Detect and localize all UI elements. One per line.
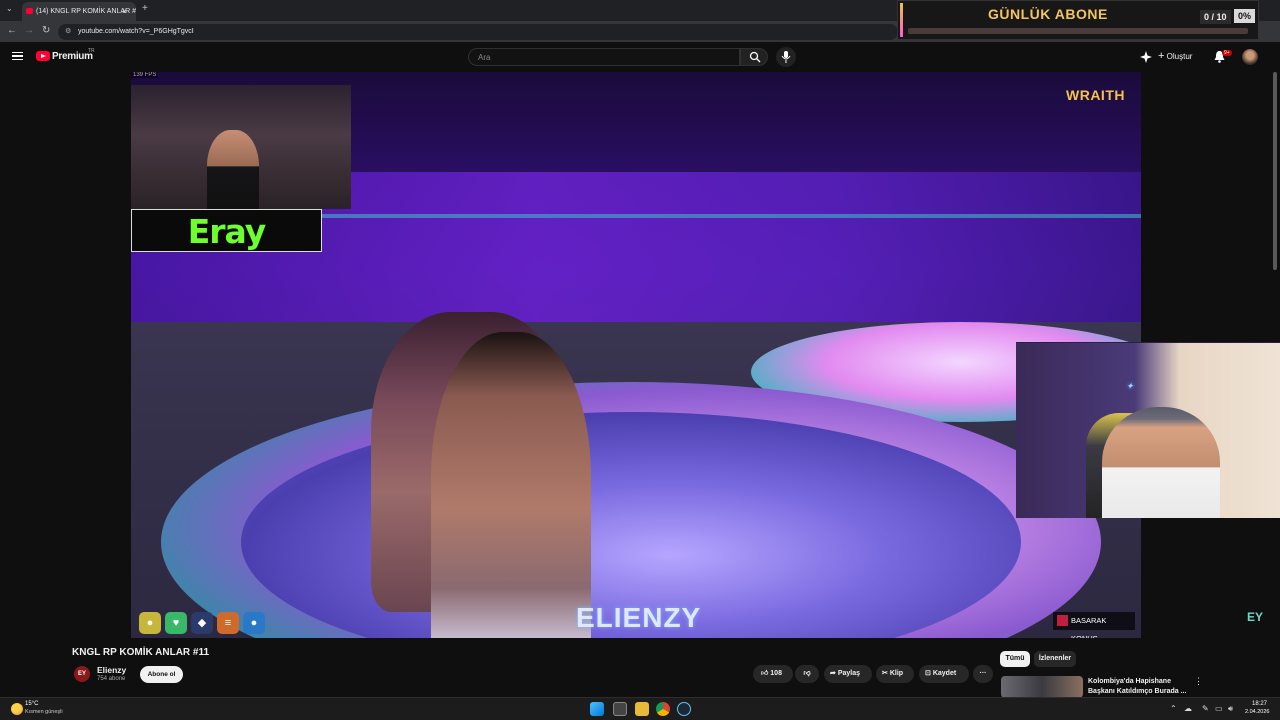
tab-close-icon[interactable]: × bbox=[122, 2, 127, 21]
scene-character-front bbox=[431, 332, 591, 638]
chrome-icon[interactable] bbox=[656, 702, 670, 716]
create-button[interactable]: + Oluştur bbox=[1158, 50, 1192, 62]
scene-railing bbox=[311, 214, 1141, 218]
daily-subscriber-widget: GÜNLÜK ABONE 0 / 10 0% bbox=[897, 0, 1259, 40]
weather-temperature: 15°C bbox=[25, 701, 39, 707]
clip-label: Klip bbox=[889, 670, 904, 677]
tab-list-icon[interactable]: ⌄ bbox=[6, 4, 13, 13]
neon-sign: ✦ bbox=[1126, 381, 1134, 391]
search-icon bbox=[749, 51, 761, 63]
microphone-icon bbox=[781, 51, 791, 63]
clock-time[interactable]: 18:27 bbox=[1252, 701, 1267, 707]
recommendation-menu-icon[interactable]: ⋮ bbox=[1194, 676, 1203, 687]
subscribe-button[interactable]: Abone ol bbox=[140, 666, 183, 683]
health-icon: ♥ bbox=[165, 612, 187, 634]
widget-title: GÜNLÜK ABONE bbox=[988, 6, 1108, 22]
browser-tab[interactable]: (14) KNGL RP KOMİK ANLAR # × bbox=[22, 2, 136, 21]
streamer-name-plate: Eray bbox=[131, 209, 322, 252]
more-icon: ··· bbox=[979, 670, 987, 677]
plus-icon: + bbox=[1158, 50, 1165, 62]
more-actions-button[interactable]: ··· bbox=[973, 665, 993, 683]
thumbs-down-icon: 👎︎ bbox=[803, 670, 811, 677]
youtube-header: Premium TR + Oluştur 9+ bbox=[0, 42, 1280, 72]
address-bar[interactable]: ⚙ youtube.com/watch?v=_P6GHgTgvcI bbox=[58, 24, 898, 40]
back-icon[interactable]: ← bbox=[7, 25, 17, 36]
page-scrollbar[interactable] bbox=[1273, 72, 1277, 270]
start-icon[interactable] bbox=[590, 702, 604, 716]
reload-icon[interactable]: ↻ bbox=[42, 25, 50, 36]
streamer-webcam-2: ✦ bbox=[1016, 342, 1280, 518]
recommendation-thumbnail[interactable] bbox=[1001, 676, 1083, 698]
like-button[interactable]: 👍︎ 108 bbox=[753, 665, 793, 683]
video-title: KNGL RP KOMİK ANLAR #11 bbox=[72, 647, 210, 658]
save-button[interactable]: ⊡ Kaydet bbox=[919, 665, 969, 683]
voice-search-button[interactable] bbox=[776, 47, 796, 67]
character-name-label: ELIENZY bbox=[576, 602, 702, 633]
channel-watermark: EY bbox=[1247, 610, 1264, 624]
stamina-icon: ≡ bbox=[217, 612, 239, 634]
hunger-icon: ● bbox=[139, 612, 161, 634]
streamer-figure bbox=[207, 130, 259, 210]
create-label: Oluştur bbox=[1166, 52, 1193, 61]
network-icon[interactable]: ▭ bbox=[1215, 704, 1223, 713]
tab-title: (14) KNGL RP KOMİK ANLAR # bbox=[36, 8, 136, 15]
subscriber-count: 754 abone bbox=[97, 676, 126, 682]
task-view-icon[interactable] bbox=[613, 702, 627, 716]
search-input[interactable] bbox=[468, 48, 740, 66]
new-tab-icon[interactable]: + bbox=[142, 3, 148, 14]
chip-watched[interactable]: İzlenenler bbox=[1034, 651, 1076, 667]
steam-icon[interactable] bbox=[677, 702, 691, 716]
armor-icon: ◆ bbox=[191, 612, 213, 634]
channel-avatar[interactable]: EY bbox=[74, 666, 90, 682]
voice-status-badge: BASARAK KONUŞ bbox=[1053, 612, 1135, 638]
clock-date[interactable]: 2.04.2026 bbox=[1245, 709, 1269, 715]
pen-icon[interactable]: ✎ bbox=[1202, 704, 1209, 713]
notification-badge: 9+ bbox=[1222, 50, 1232, 56]
widget-percent: 0% bbox=[1234, 9, 1256, 23]
sparkle-icon[interactable] bbox=[1140, 51, 1152, 63]
recommendation-title[interactable]: Kolombiya'da Hapishane Başkanı Katıldımç… bbox=[1088, 677, 1188, 697]
widget-progress-bar bbox=[908, 28, 1248, 34]
windows-taskbar: 15°C Kısmen güneşli ⌃ ☁ ✎ ▭ 🔊︎ 18:27 2.0… bbox=[0, 697, 1280, 720]
widget-accent bbox=[900, 3, 903, 37]
menu-icon[interactable] bbox=[12, 52, 23, 60]
scissors-icon: ✂ bbox=[882, 670, 888, 677]
volume-icon[interactable]: 🔊︎ bbox=[1228, 704, 1233, 714]
clip-button[interactable]: ✂ Klip bbox=[876, 665, 914, 683]
share-label: Paylaş bbox=[837, 670, 861, 677]
thumbs-up-icon: 👍︎ bbox=[761, 670, 769, 677]
share-button[interactable]: ➦ Paylaş bbox=[824, 665, 872, 683]
like-count: 108 bbox=[770, 670, 782, 677]
chip-all[interactable]: Tümü bbox=[1000, 651, 1030, 667]
youtube-logo-icon[interactable] bbox=[36, 51, 50, 61]
share-icon: ➦ bbox=[830, 670, 836, 677]
streamer-figure-2 bbox=[1102, 407, 1220, 518]
save-label: Kaydet bbox=[932, 670, 957, 677]
weather-icon[interactable] bbox=[11, 703, 23, 715]
forward-icon[interactable]: → bbox=[24, 25, 34, 36]
account-avatar[interactable] bbox=[1242, 49, 1258, 65]
cloud-icon[interactable]: ☁ bbox=[1184, 704, 1192, 713]
fps-counter: 139 FPS bbox=[131, 72, 159, 78]
weather-description: Kısmen güneşli bbox=[25, 709, 63, 715]
streamer-name: Eray bbox=[187, 212, 267, 251]
youtube-brand[interactable]: Premium bbox=[52, 51, 93, 62]
video-player[interactable]: 139 FPS Eray WRAITH ELIENZY ● ♥ ◆ ≡ ● BA… bbox=[131, 72, 1141, 638]
streamer-webcam bbox=[131, 85, 351, 210]
dislike-button[interactable]: 👎︎ bbox=[795, 665, 819, 683]
site-info-icon[interactable]: ⚙ bbox=[65, 24, 71, 40]
channel-name[interactable]: Elienzy bbox=[97, 665, 126, 675]
bookmark-icon: ⊡ bbox=[925, 670, 931, 677]
file-explorer-icon[interactable] bbox=[635, 702, 649, 716]
thirst-icon: ● bbox=[243, 612, 265, 634]
tray-overflow-icon[interactable]: ⌃ bbox=[1170, 704, 1177, 713]
youtube-favicon-icon bbox=[26, 8, 33, 14]
sponsor-logo: WRAITH bbox=[1066, 87, 1125, 103]
country-code: TR bbox=[88, 48, 95, 54]
address-url: youtube.com/watch?v=_P6GHgTgvcI bbox=[78, 28, 194, 35]
widget-count: 0 / 10 bbox=[1200, 10, 1231, 24]
search-button[interactable] bbox=[740, 48, 768, 66]
